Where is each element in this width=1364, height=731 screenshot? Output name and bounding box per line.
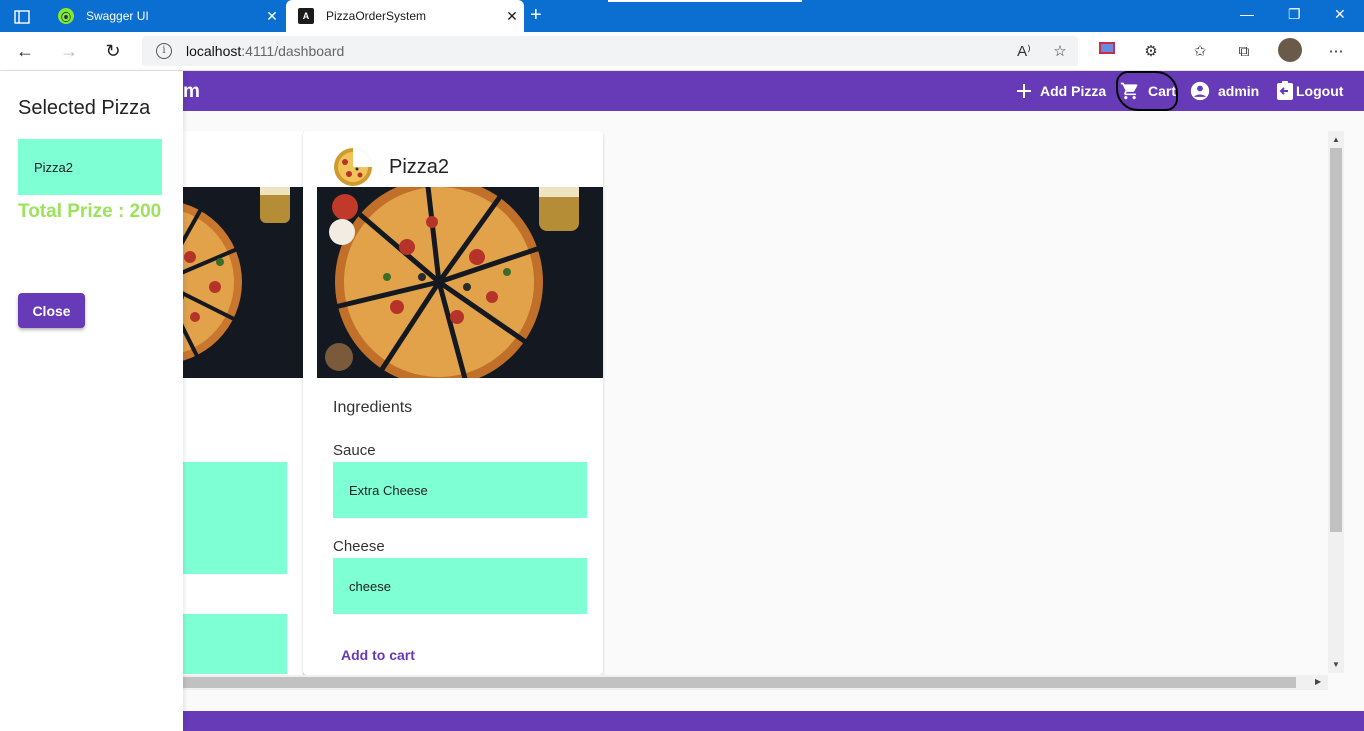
url-path: :4111/dashboard — [241, 43, 345, 59]
tabs-icon[interactable] — [8, 6, 36, 28]
info-icon[interactable]: i — [156, 43, 172, 59]
card-header: Pizza2 — [333, 147, 449, 187]
profile-avatar[interactable] — [1278, 38, 1302, 62]
close-window-icon[interactable]: ✕ — [1334, 6, 1346, 23]
extension-icon[interactable] — [1097, 42, 1117, 62]
scroll-up-icon[interactable]: ▲ — [1332, 135, 1340, 144]
cart-highlight-outline — [1116, 71, 1178, 111]
horizontal-scroll-thumb[interactable] — [183, 677, 1296, 688]
close-tab-icon[interactable]: ✕ — [260, 8, 284, 25]
back-icon[interactable]: ← — [14, 40, 36, 62]
logout-label: Logout — [1296, 83, 1344, 99]
vertical-scroll-thumb[interactable] — [1330, 148, 1342, 532]
app-footer — [183, 711, 1364, 731]
collections-icon[interactable]: ⧉ — [1234, 42, 1254, 62]
swagger-icon: ⦿ — [58, 8, 74, 24]
pizza-image — [317, 187, 603, 378]
more-icon[interactable]: ⋯ — [1326, 42, 1346, 62]
close-tab-icon[interactable]: ✕ — [500, 8, 524, 25]
user-label: admin — [1218, 83, 1260, 99]
tab-pizza-order-system[interactable]: A PizzaOrderSystem ✕ — [286, 0, 524, 32]
window-drag-strip — [608, 0, 802, 2]
user-menu[interactable]: admin — [1190, 71, 1259, 111]
add-pizza-label: Add Pizza — [1040, 83, 1107, 99]
puzzle-icon[interactable]: ⚙ — [1141, 42, 1161, 62]
cheese-label: Cheese — [333, 538, 385, 555]
restore-icon[interactable]: ❐ — [1288, 6, 1301, 23]
address-bar: ← → ↻ i localhost:4111/dashboard A⁾ ☆ ⚙ … — [0, 32, 1364, 71]
cheese-value: cheese — [349, 578, 391, 594]
plus-icon — [1017, 84, 1031, 98]
add-to-cart-button[interactable]: Add to cart — [341, 647, 415, 663]
minimize-icon[interactable]: — — [1240, 6, 1254, 22]
total-price: Total Prize : 200 — [18, 201, 162, 222]
account-circle-icon — [1190, 81, 1210, 101]
add-pizza-button[interactable]: Add Pizza — [1016, 71, 1106, 111]
pizza-avatar-icon — [334, 148, 372, 186]
ingredient-field — [183, 614, 287, 674]
sauce-label: Sauce — [333, 442, 376, 459]
forward-icon[interactable]: → — [58, 40, 80, 62]
sidenav-title: Selected Pizza — [18, 97, 151, 119]
pizza-card-pizza2: Pizza2 Ingredients Sauce Extra Cheese Ch… — [303, 131, 603, 675]
sauce-field[interactable]: Extra Cheese — [333, 462, 587, 518]
close-button[interactable]: Close — [18, 293, 85, 328]
scroll-down-icon[interactable]: ▼ — [1332, 660, 1340, 669]
tab-swagger-ui[interactable]: ⦿ Swagger UI ✕ — [46, 0, 284, 32]
url-field[interactable]: i localhost:4111/dashboard — [142, 36, 1078, 66]
selected-pizza-name: Pizza2 — [34, 159, 74, 175]
card-title: Pizza2 — [389, 155, 450, 178]
tab-title: Swagger UI — [86, 9, 149, 23]
refresh-icon[interactable]: ↻ — [102, 40, 124, 62]
favorites-icon[interactable]: ✩ — [1190, 42, 1210, 62]
logout-button[interactable]: Logout — [1276, 71, 1343, 111]
selected-pizza-sidenav: Selected Pizza Pizza2 Total Prize : 200 … — [0, 71, 183, 731]
scroll-right-icon[interactable]: ▶ — [1315, 677, 1321, 686]
browser-tab-bar: ⦿ Swagger UI ✕ A PizzaOrderSystem ✕ + — … — [0, 0, 1364, 32]
read-aloud-icon[interactable]: A⁾ — [1014, 42, 1034, 62]
favorite-add-icon[interactable]: ☆ — [1050, 42, 1070, 62]
new-tab-icon[interactable]: + — [530, 4, 542, 27]
logout-icon — [1277, 81, 1293, 100]
tab-title: PizzaOrderSystem — [326, 9, 427, 23]
angular-icon: A — [298, 8, 314, 24]
url-host: localhost — [186, 43, 242, 59]
selected-pizza-item: Pizza2 — [18, 139, 162, 195]
ingredient-field — [183, 462, 287, 574]
ingredients-heading: Ingredients — [333, 399, 413, 416]
sauce-value: Extra Cheese — [349, 482, 428, 498]
cheese-field[interactable]: cheese — [333, 558, 587, 614]
app-title: m — [183, 81, 200, 102]
